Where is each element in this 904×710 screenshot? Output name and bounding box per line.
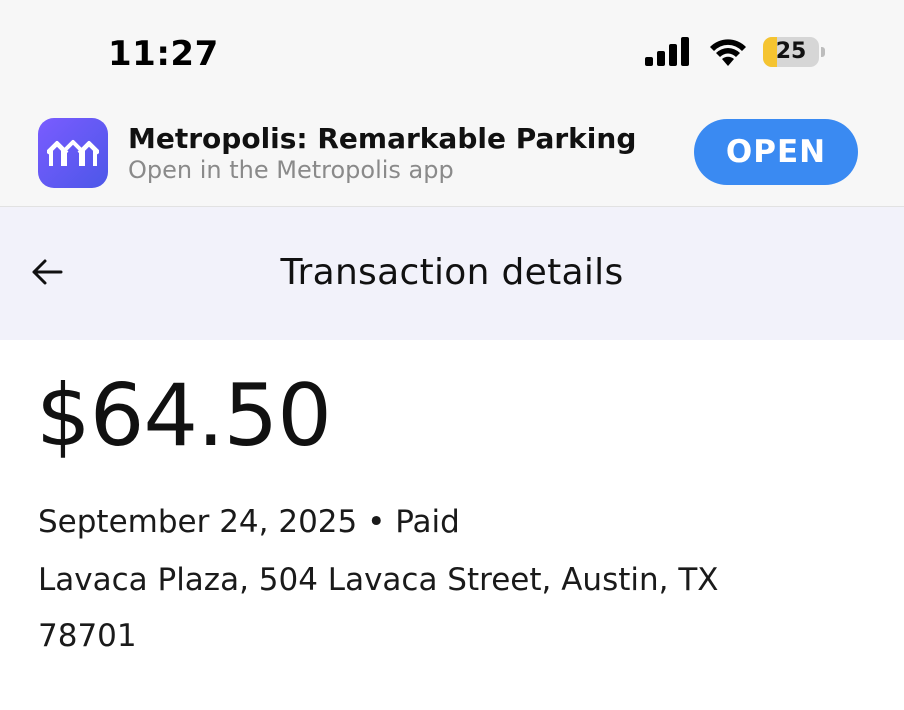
transaction-date-status: September 24, 2025 • Paid: [38, 504, 460, 540]
transaction-amount: $64.50: [36, 366, 332, 466]
app-name: Metropolis: Remarkable Parking: [128, 122, 637, 155]
signal-icon: [645, 37, 689, 66]
metropolis-logo-icon[interactable]: [38, 118, 108, 188]
page-title: Transaction details: [280, 252, 624, 293]
status-bar: 11:27 25: [0, 0, 904, 100]
app-banner: Metropolis: Remarkable Parking Open in t…: [0, 100, 904, 207]
open-app-button[interactable]: OPEN: [694, 119, 858, 185]
status-time: 11:27: [108, 34, 219, 74]
transaction-details: $64.50 September 24, 2025 • Paid Lavaca …: [0, 340, 904, 710]
transaction-address-line-1: Lavaca Plaza, 504 Lavaca Street, Austin,…: [38, 562, 719, 598]
page-header: Transaction details: [0, 207, 904, 340]
battery-icon: 25: [763, 37, 825, 67]
app-subtitle: Open in the Metropolis app: [128, 156, 454, 184]
transaction-address-line-2: 78701: [38, 618, 137, 654]
wifi-icon: [710, 39, 746, 66]
battery-level: 25: [775, 39, 807, 64]
